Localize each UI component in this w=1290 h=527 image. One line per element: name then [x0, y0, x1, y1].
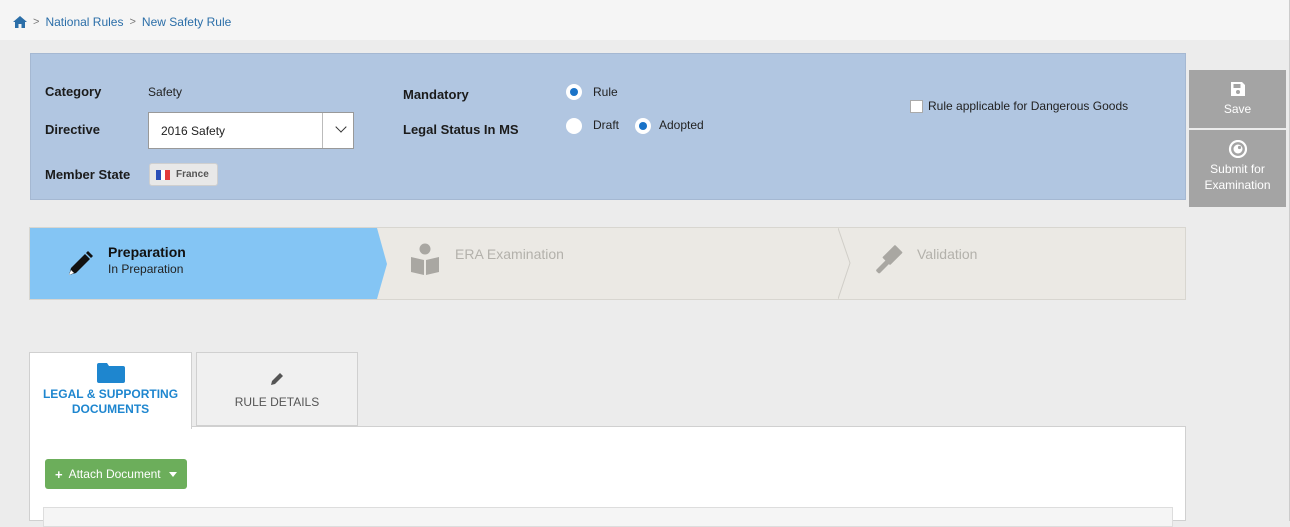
- category-label: Category: [45, 84, 102, 99]
- step-validation-title: Validation: [917, 246, 978, 262]
- top-bar: > National Rules > New Safety Rule: [0, 0, 1289, 40]
- rule-info-panel: Category Safety Directive 2016 Safety Me…: [30, 53, 1186, 200]
- france-flag-icon: [156, 169, 171, 180]
- submit-for-examination-button[interactable]: Submit for Examination: [1189, 130, 1286, 207]
- member-state-label: Member State: [45, 167, 131, 182]
- tab-content-panel: + Attach Document: [29, 426, 1186, 527]
- dangerous-goods-checkbox[interactable]: [910, 100, 923, 113]
- gavel-icon: [876, 245, 903, 274]
- folder-icon: [96, 363, 125, 383]
- breadcrumb-current: New Safety Rule: [141, 15, 232, 29]
- save-button[interactable]: Save: [1189, 70, 1286, 128]
- tab-legal-label-line1: LEGAL & SUPPORTING: [42, 387, 179, 401]
- step-preparation[interactable]: Preparation In Preparation: [30, 228, 377, 299]
- step-validation[interactable]: Validation: [860, 228, 1180, 299]
- breadcrumb-separator: >: [129, 16, 136, 28]
- caret-down-icon: [168, 471, 177, 477]
- home-icon[interactable]: [13, 16, 27, 28]
- tab-legal-supporting-documents[interactable]: LEGAL & SUPPORTING DOCUMENTS: [29, 352, 192, 429]
- submit-label-line1: Submit for: [1210, 162, 1265, 176]
- save-label: Save: [1223, 102, 1252, 116]
- documents-list: [43, 507, 1173, 527]
- directive-select[interactable]: 2016 Safety: [148, 112, 354, 149]
- legal-status-adopted-label: Adopted: [659, 118, 704, 132]
- breadcrumb: > National Rules > New Safety Rule: [13, 15, 231, 29]
- dangerous-goods-label: Rule applicable for Dangerous Goods: [928, 99, 1129, 113]
- step-preparation-title: Preparation: [108, 244, 186, 260]
- step-era-examination[interactable]: ERA Examination: [390, 228, 840, 299]
- tab-rule-details-label: RULE DETAILS: [234, 395, 320, 409]
- step-arrow: [377, 228, 387, 299]
- breadcrumb-national-rules[interactable]: National Rules: [45, 15, 123, 29]
- eye-icon: [1228, 140, 1247, 158]
- legal-status-label: Legal Status In MS: [403, 122, 519, 137]
- breadcrumb-separator: >: [33, 16, 40, 28]
- step-separator-chevron: [838, 228, 851, 299]
- legal-status-draft-label: Draft: [593, 118, 620, 132]
- chevron-down-icon: [335, 121, 347, 133]
- member-state-chip: France: [149, 163, 218, 186]
- attach-document-label: Attach Document: [68, 467, 161, 481]
- submit-label-line2: Examination: [1204, 178, 1271, 192]
- legal-status-adopted-radio[interactable]: [635, 118, 651, 134]
- legal-status-draft-radio[interactable]: [566, 118, 582, 134]
- plus-icon: +: [55, 466, 63, 482]
- mandatory-rule-radio[interactable]: [566, 84, 582, 100]
- reader-icon: [411, 243, 439, 275]
- select-divider: [322, 113, 323, 148]
- step-era-examination-title: ERA Examination: [455, 246, 564, 262]
- save-icon: [1230, 82, 1245, 96]
- mandatory-rule-label: Rule: [593, 85, 618, 99]
- tab-legal-label-line2: DOCUMENTS: [71, 402, 150, 416]
- directive-value: 2016 Safety: [161, 124, 226, 138]
- attach-document-button[interactable]: + Attach Document: [45, 459, 187, 489]
- mandatory-label: Mandatory: [403, 87, 469, 102]
- pencil-icon: [271, 373, 283, 385]
- member-state-value: France: [176, 169, 209, 180]
- workflow-stepper: Preparation In Preparation ERA Examinati…: [29, 227, 1186, 300]
- category-value: Safety: [148, 85, 183, 99]
- pencil-icon: [69, 251, 93, 275]
- step-preparation-subtitle: In Preparation: [108, 262, 184, 276]
- tab-rule-details[interactable]: RULE DETAILS: [196, 352, 358, 426]
- directive-label: Directive: [45, 122, 100, 137]
